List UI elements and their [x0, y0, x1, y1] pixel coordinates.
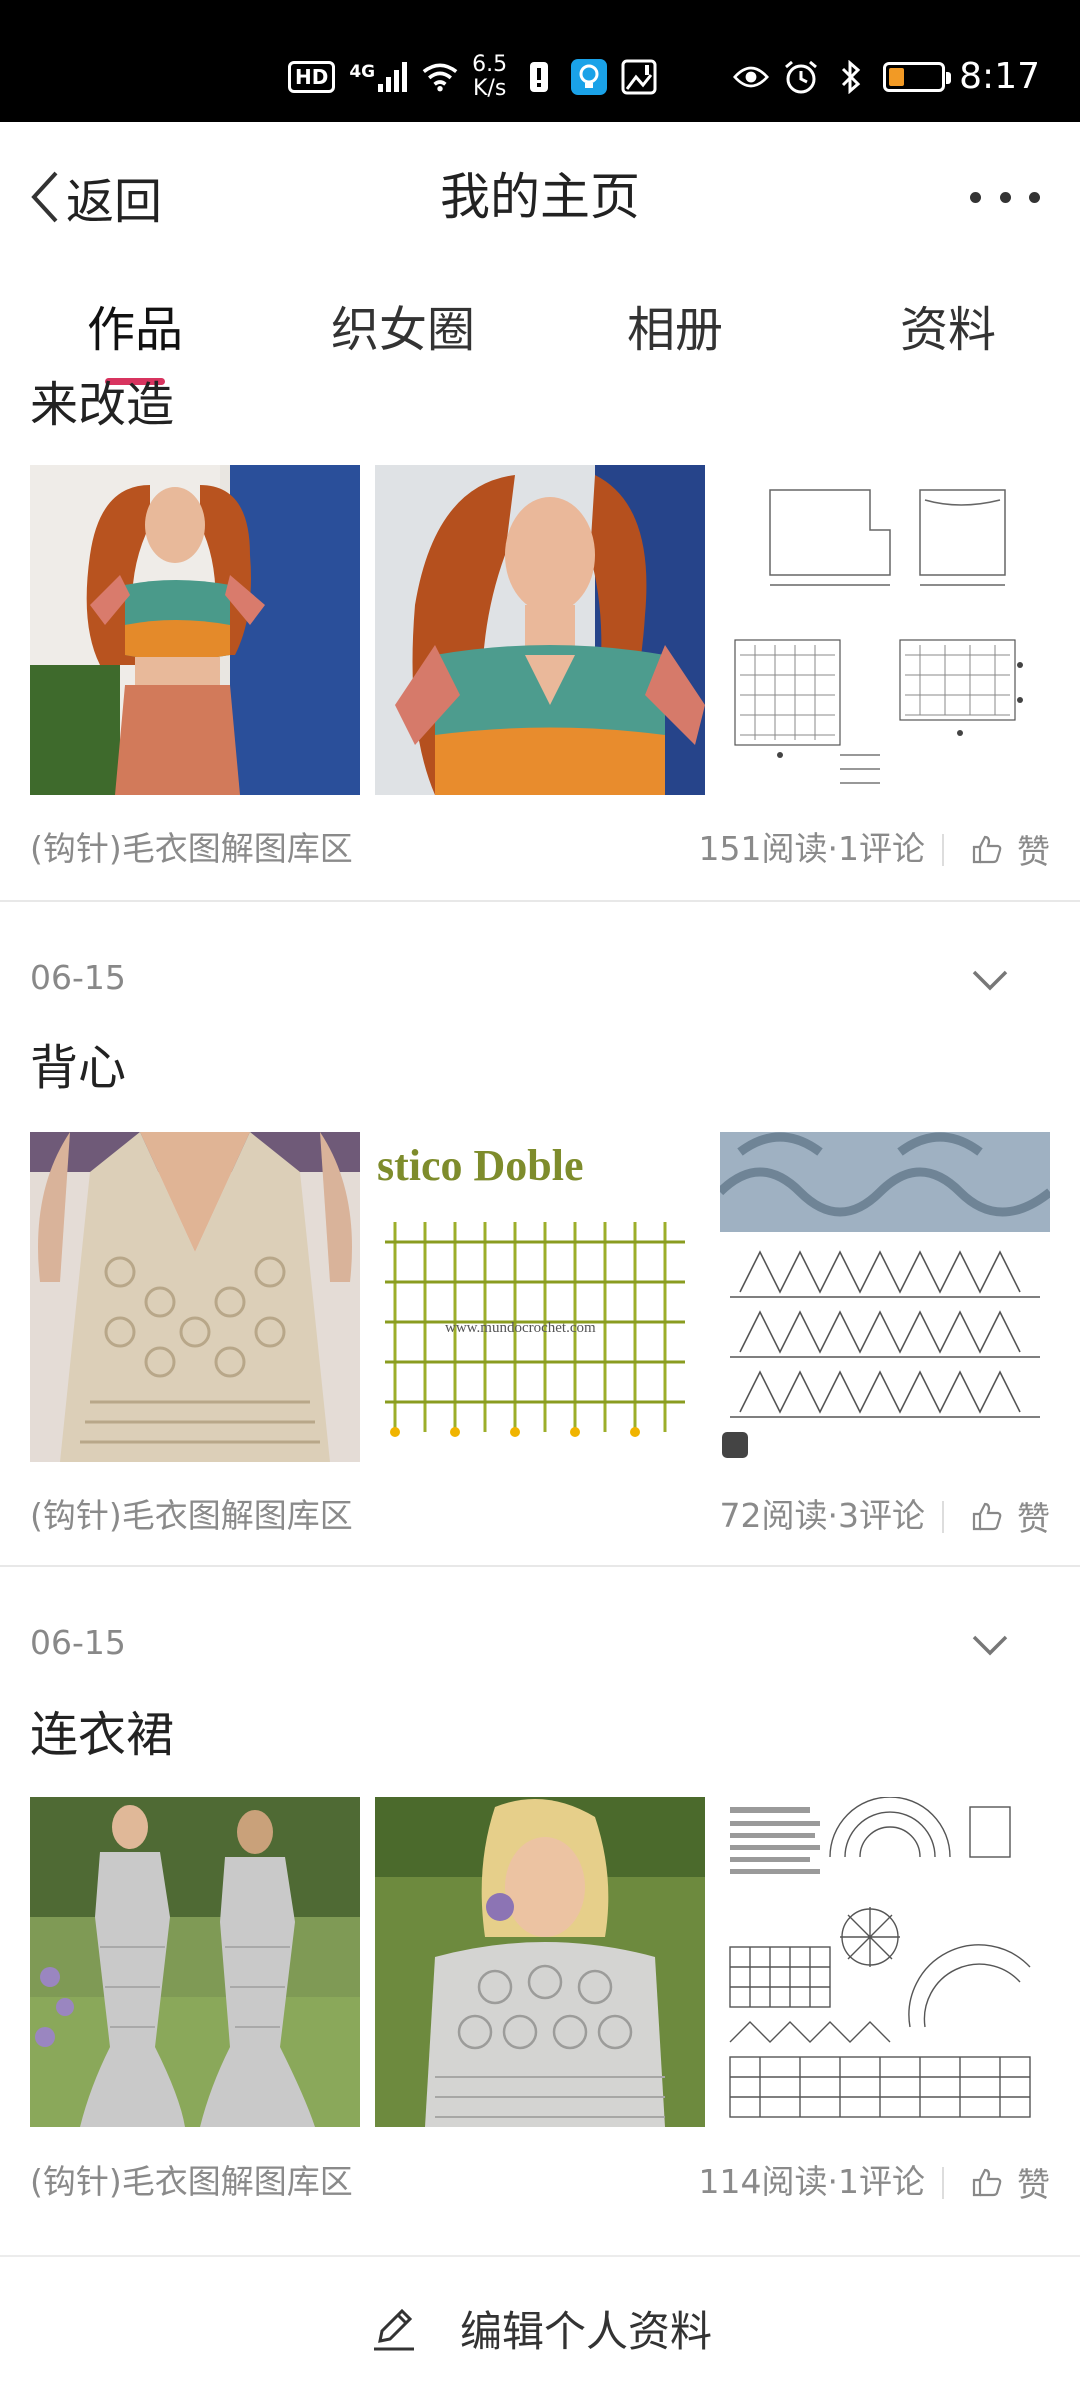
tab-works[interactable]: 作品 — [75, 290, 195, 370]
tab-bar: 作品 织女圈 相册 资料 — [0, 290, 1080, 380]
post-divider — [0, 1565, 1080, 1567]
post-source[interactable]: (钩针)毛衣图解图库区 — [30, 2157, 353, 2207]
post-images: stico Doble www.mundocrochet.com — [30, 1132, 1050, 1462]
hd-badge: HD — [288, 61, 336, 93]
thumbs-up-icon — [972, 2168, 1002, 2197]
more-button[interactable] — [970, 172, 1040, 222]
edit-profile-button[interactable]: 编辑个人资料 — [0, 2255, 1080, 2400]
post-source[interactable]: (钩针)毛衣图解图库区 — [30, 824, 353, 874]
more-dot-icon — [1029, 191, 1040, 203]
meta-divider — [942, 1501, 944, 1533]
status-left: HD 4G 6.5 K/s — [288, 52, 657, 102]
cell-signal-icon: 4G — [349, 62, 408, 92]
sweater-pattern-chart[interactable] — [720, 465, 1050, 795]
chevron-down-icon[interactable] — [970, 1625, 1010, 1665]
stitch-chart-title: stico Doble — [377, 1141, 584, 1190]
tab-album[interactable]: 相册 — [620, 290, 730, 370]
wifi-icon — [422, 59, 458, 95]
speed-value: 6.5 — [472, 52, 508, 77]
post-date: 06-15 — [30, 1623, 126, 1662]
crochet-vest-photo[interactable] — [30, 1132, 360, 1462]
like-label: 赞 — [1017, 832, 1050, 871]
tab-profile[interactable]: 资料 — [888, 290, 1008, 370]
like-button[interactable]: 赞 — [971, 824, 1050, 874]
page-title: 我的主页 — [440, 168, 640, 226]
like-label: 赞 — [1017, 2165, 1050, 2204]
meta-divider — [942, 2167, 944, 2199]
meta-divider — [942, 834, 944, 866]
thumbs-up-icon — [972, 835, 1002, 864]
post-divider — [0, 900, 1080, 902]
post-stats: 114阅读·1评论 — [698, 2162, 925, 2201]
status-bar: HD 4G 6.5 K/s 8:17 — [0, 0, 1080, 122]
app-header: 返回 我的主页 — [0, 122, 1080, 272]
post-meta: (钩针)毛衣图解图库区 151阅读·1评论 赞 — [30, 824, 1050, 874]
crochet-crop-top-closeup[interactable] — [375, 465, 705, 795]
like-button[interactable]: 赞 — [971, 2157, 1050, 2207]
post-images — [30, 465, 1050, 795]
edit-profile-label: 编辑个人资料 — [459, 2307, 712, 2356]
tab-circle[interactable]: 织女圈 — [328, 290, 478, 370]
bulb-app-icon — [571, 59, 608, 95]
more-dot-icon — [999, 191, 1011, 203]
post-title[interactable]: 来改造 — [30, 375, 174, 435]
post-images — [30, 1797, 1050, 2127]
post-stats: 151阅读·1评论 — [698, 829, 925, 868]
notification-icon — [521, 59, 557, 95]
stitch-chart-photo[interactable]: stico Doble www.mundocrochet.com — [375, 1132, 705, 1462]
alarm-icon — [783, 59, 819, 95]
eye-icon — [733, 59, 770, 95]
stitch-chart-watermark: www.mundocrochet.com — [445, 1320, 596, 1336]
post-meta: (钩针)毛衣图解图库区 72阅读·3评论 赞 — [30, 1491, 1050, 1541]
pencil-icon — [373, 2308, 414, 2350]
post-title[interactable]: 背心 — [30, 1038, 126, 1098]
crochet-dress-photo[interactable] — [30, 1797, 360, 2127]
bluetooth-icon — [833, 59, 869, 95]
stitch-diagram-photo[interactable] — [720, 1132, 1050, 1462]
post-title[interactable]: 连衣裙 — [30, 1705, 174, 1765]
image-alert-icon — [621, 59, 657, 95]
like-button[interactable]: 赞 — [971, 1491, 1050, 1541]
post-source[interactable]: (钩针)毛衣图解图库区 — [30, 1491, 353, 1541]
battery-fill — [889, 68, 905, 86]
more-dot-icon — [970, 191, 981, 203]
thumbs-up-icon — [972, 1502, 1002, 1531]
chevron-down-icon[interactable] — [970, 960, 1010, 1000]
clock: 8:17 — [959, 56, 1040, 97]
crochet-crop-top-photo[interactable] — [30, 465, 360, 795]
post-meta: (钩针)毛衣图解图库区 114阅读·1评论 赞 — [30, 2157, 1050, 2207]
status-right: 8:17 — [733, 52, 1040, 102]
network-speed: 6.5 K/s — [472, 53, 507, 101]
crochet-dress-closeup[interactable] — [375, 1797, 705, 2127]
battery-icon — [883, 62, 952, 92]
post-date: 06-15 — [30, 958, 126, 997]
speed-unit: K/s — [472, 76, 507, 101]
post-stats: 72阅读·3评论 — [719, 1496, 925, 1535]
network-type: 4G — [349, 62, 376, 82]
like-label: 赞 — [1017, 1499, 1050, 1538]
dress-pattern-chart[interactable] — [720, 1797, 1050, 2127]
